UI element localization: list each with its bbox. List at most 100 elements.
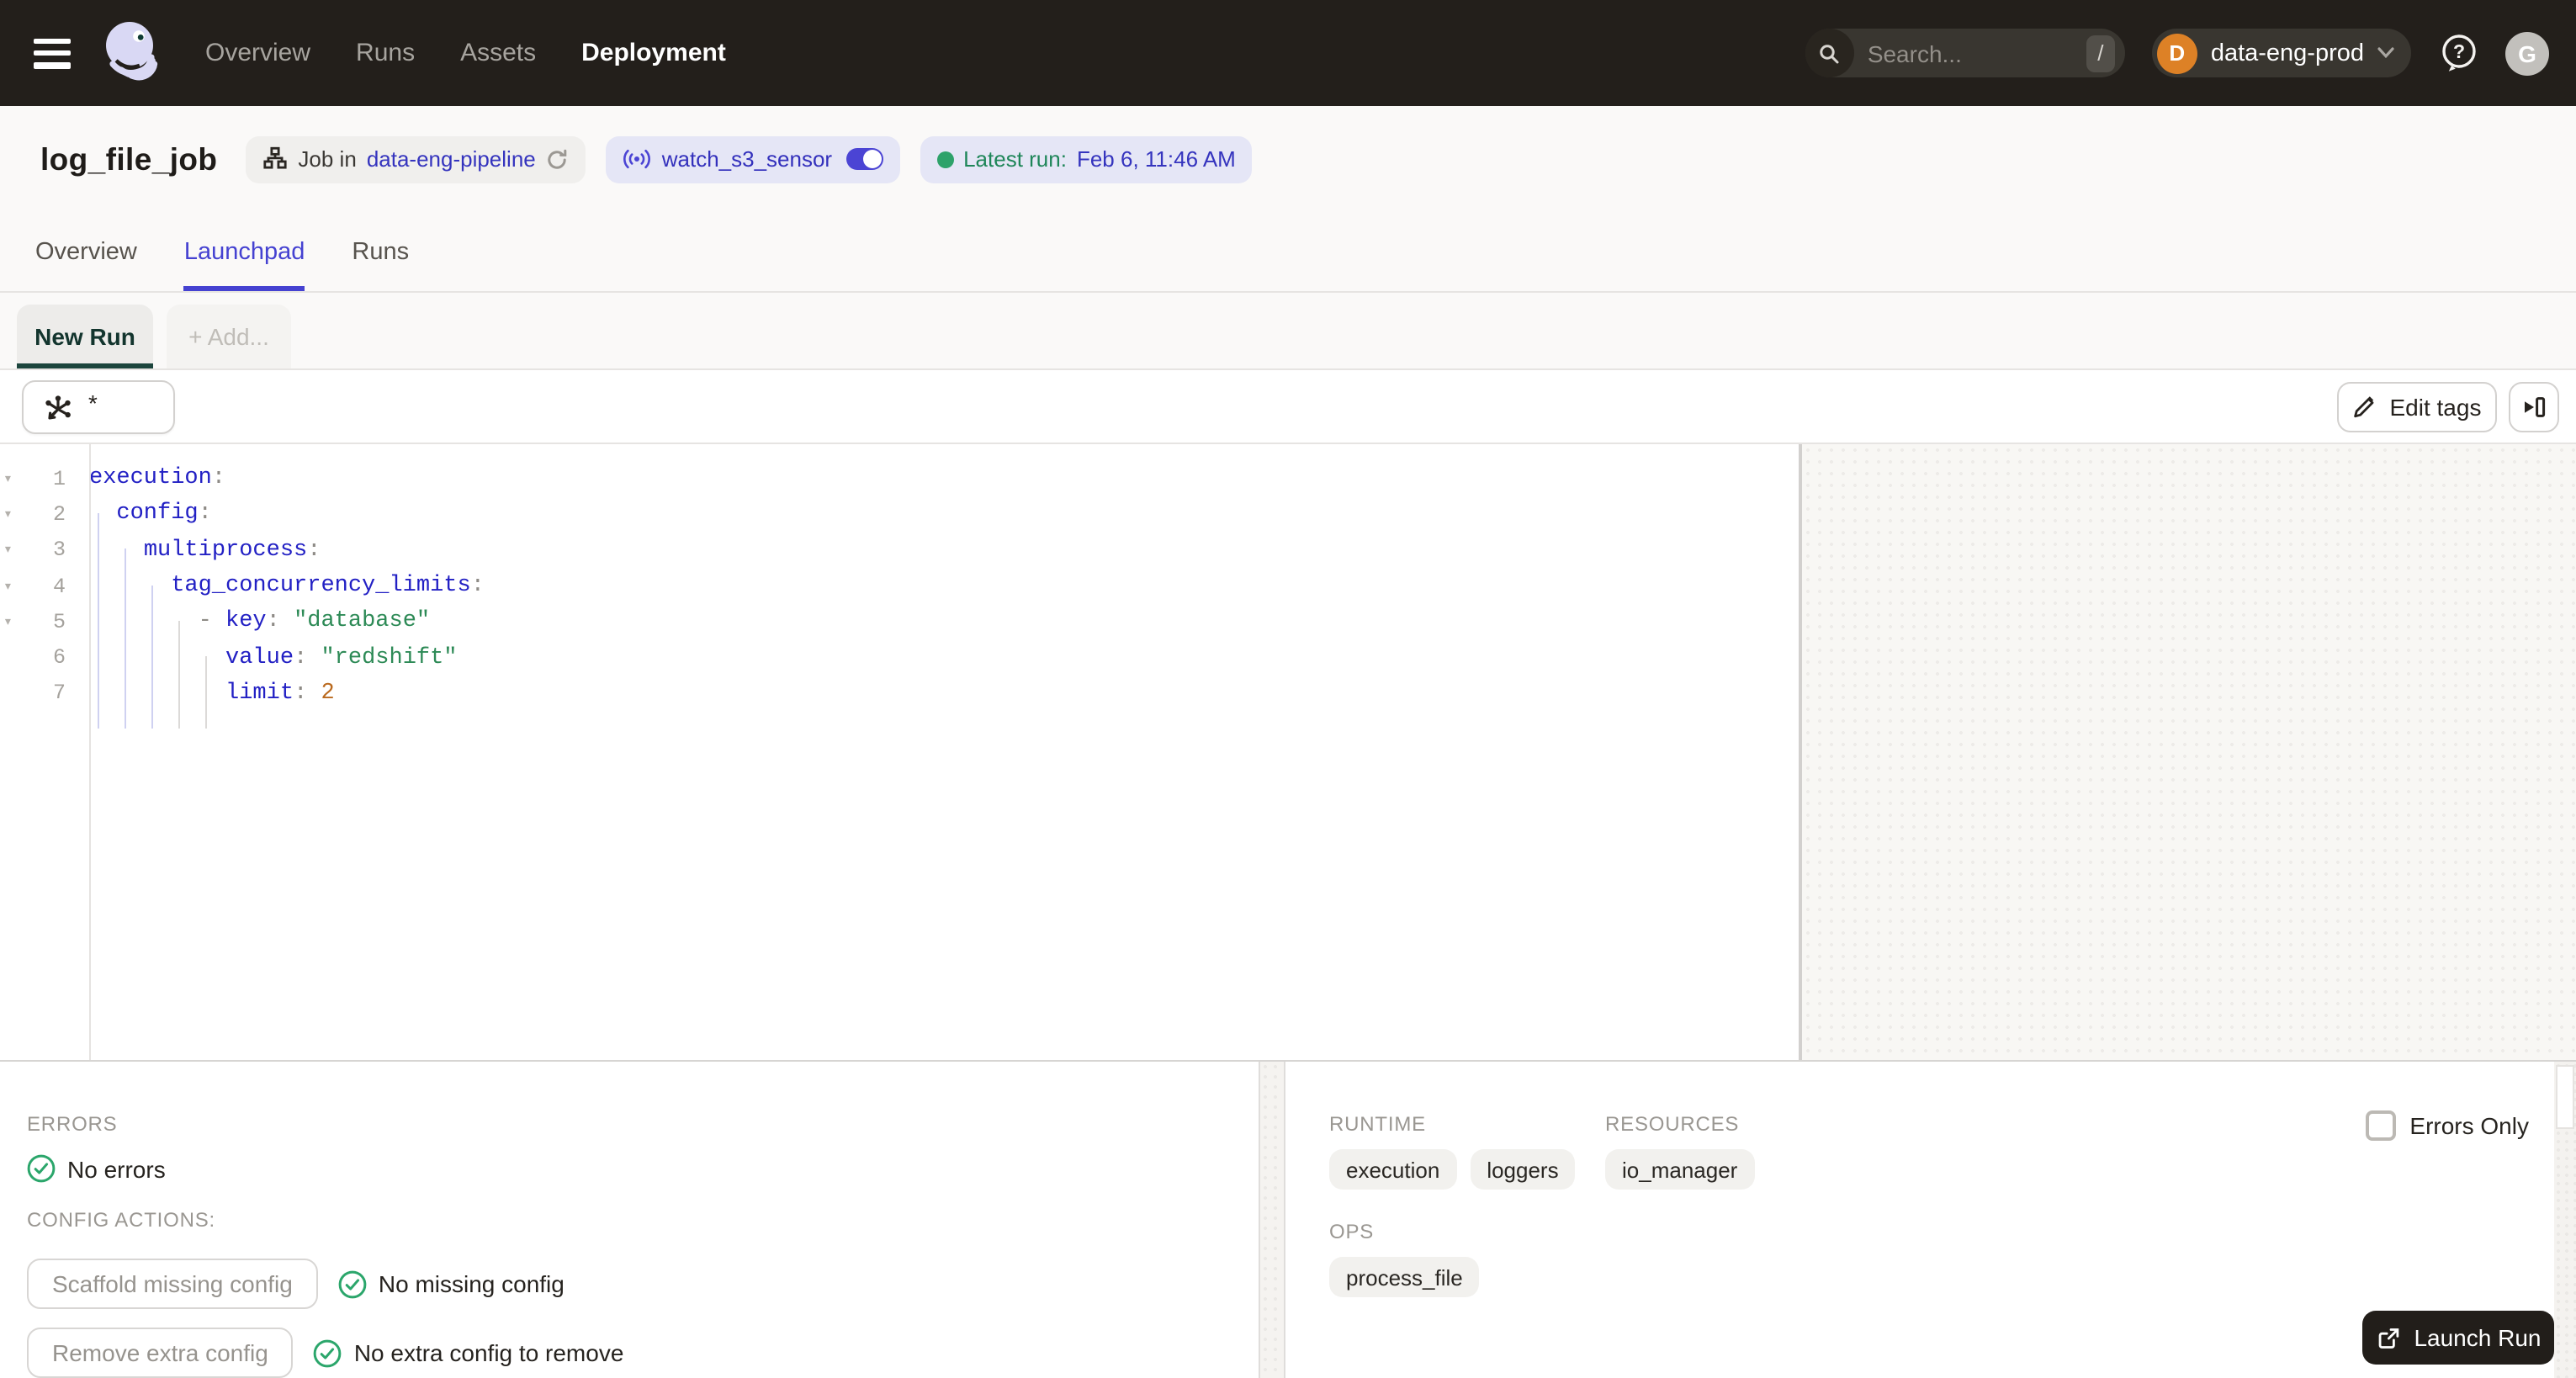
user-avatar[interactable]: G bbox=[2505, 31, 2549, 75]
search-icon bbox=[1805, 29, 1854, 77]
launch-run-label: Launch Run bbox=[2414, 1324, 2542, 1351]
page-title: log_file_job bbox=[40, 140, 218, 176]
line-number: 7 bbox=[52, 681, 66, 706]
check-circle-icon bbox=[338, 1269, 367, 1298]
tab-overview-label: Overview bbox=[35, 238, 137, 265]
tab-overview[interactable]: Overview bbox=[35, 212, 137, 291]
errors-panel: ERRORS No errors CONFIG ACTIONS: Scaffol… bbox=[0, 1062, 1259, 1378]
line-number: 6 bbox=[52, 646, 66, 670]
edit-tags-label: Edit tags bbox=[2389, 394, 2482, 421]
errors-only-checkbox[interactable] bbox=[2366, 1110, 2397, 1141]
chevron-down-icon bbox=[2377, 47, 2394, 59]
fold-caret[interactable]: ▾ bbox=[0, 614, 22, 631]
sensor-link[interactable]: watch_s3_sensor bbox=[662, 146, 832, 172]
launch-run-button[interactable]: Launch Run bbox=[2362, 1311, 2554, 1365]
config-schema-panel bbox=[1802, 444, 2576, 1060]
panel-scrollbar[interactable] bbox=[2554, 1062, 2576, 1378]
nav-runs[interactable]: Runs bbox=[356, 39, 415, 67]
job-tags: Job in data-eng-pipeline watch_s3_sensor bbox=[246, 135, 1253, 183]
latest-run-label: Latest run: bbox=[963, 146, 1067, 172]
sensor-toggle[interactable] bbox=[845, 148, 883, 170]
op-graph-icon bbox=[45, 395, 71, 419]
run-status-dot bbox=[936, 151, 954, 167]
new-run-tab-underline bbox=[17, 363, 153, 368]
edit-tags-button[interactable]: Edit tags bbox=[2337, 382, 2497, 432]
top-navigation-bar: Overview Runs Assets Deployment Search..… bbox=[0, 0, 2576, 106]
active-tab-underline bbox=[183, 286, 305, 291]
deployment-name: data-eng-prod bbox=[2210, 40, 2364, 66]
deployment-avatar: D bbox=[2156, 33, 2197, 73]
code-line: ▾ 2 config: bbox=[0, 497, 1799, 533]
resources-tag-io-manager[interactable]: io_manager bbox=[1605, 1149, 1755, 1190]
dagster-octopus-icon bbox=[106, 22, 158, 81]
hamburger-menu-icon[interactable] bbox=[34, 38, 71, 68]
resources-heading: RESOURCES bbox=[1605, 1112, 1740, 1136]
help-button[interactable]: ? bbox=[2438, 33, 2478, 73]
fold-caret[interactable]: ▾ bbox=[0, 470, 22, 487]
repo-link[interactable]: data-eng-pipeline bbox=[367, 146, 536, 172]
fold-caret[interactable]: ▾ bbox=[0, 542, 22, 559]
indent-guide bbox=[205, 656, 207, 729]
no-errors-label: No errors bbox=[67, 1155, 166, 1182]
fold-caret[interactable]: ▾ bbox=[0, 578, 22, 595]
runtime-tag-execution[interactable]: execution bbox=[1329, 1149, 1457, 1190]
scaffold-action-row: Scaffold missing config No missing confi… bbox=[27, 1259, 564, 1309]
scaffold-status-label: No missing config bbox=[378, 1270, 564, 1297]
bottom-panel-gutter bbox=[1259, 1062, 1285, 1378]
launch-icon bbox=[2378, 1328, 2398, 1348]
nav-deployment[interactable]: Deployment bbox=[581, 39, 726, 67]
indent-guide bbox=[178, 621, 180, 729]
scaffold-missing-config-button[interactable]: Scaffold missing config bbox=[27, 1259, 318, 1309]
runtime-heading: RUNTIME bbox=[1329, 1112, 1426, 1136]
dagster-logo[interactable] bbox=[96, 15, 163, 91]
config-actions-heading: CONFIG ACTIONS: bbox=[27, 1208, 216, 1232]
launchpad-config-tabs: New Run + Add... bbox=[0, 293, 2576, 370]
run-config-summary-panel: RUNTIME execution loggers RESOURCES io_m… bbox=[1285, 1062, 2576, 1378]
code-line: ▾ 5 - key: "database" bbox=[0, 604, 1799, 640]
code-text: multiprocess: bbox=[143, 538, 321, 564]
gutter-divider bbox=[89, 444, 91, 1060]
search-input[interactable]: Search... / bbox=[1805, 29, 2125, 77]
errors-only-label: Errors Only bbox=[2409, 1112, 2529, 1139]
ops-tags: process_file bbox=[1329, 1257, 1480, 1297]
search-shortcut-key: / bbox=[2086, 34, 2115, 72]
nav-assets[interactable]: Assets bbox=[460, 39, 536, 67]
deployment-switcher[interactable]: D data-eng-prod bbox=[2151, 29, 2411, 77]
code-text: - key: "database" bbox=[198, 609, 431, 635]
line-number: 3 bbox=[52, 538, 66, 563]
tab-add-config[interactable]: + Add... bbox=[167, 305, 291, 368]
tab-add-label: + Add... bbox=[188, 323, 269, 350]
latest-run-link[interactable]: Feb 6, 11:46 AM bbox=[1077, 146, 1236, 172]
open-right-panel-button[interactable] bbox=[2509, 382, 2559, 432]
indent-guide bbox=[125, 549, 126, 729]
pencil-icon bbox=[2354, 396, 2374, 418]
line-number: 5 bbox=[52, 610, 66, 634]
scrollbar-thumb[interactable] bbox=[2556, 1065, 2574, 1129]
runtime-tag-loggers[interactable]: loggers bbox=[1470, 1149, 1576, 1190]
indent-guide bbox=[98, 513, 99, 729]
code-lines: ▾ 1 execution: ▾ 2 config: ▾ 3 multiproc… bbox=[0, 444, 1799, 712]
remove-extra-config-button[interactable]: Remove extra config bbox=[27, 1328, 294, 1378]
yaml-config-editor[interactable]: ▾ 1 execution: ▾ 2 config: ▾ 3 multiproc… bbox=[0, 444, 1799, 1060]
tab-new-run[interactable]: New Run bbox=[17, 305, 153, 368]
line-number: 1 bbox=[52, 467, 66, 491]
ops-tag-process-file[interactable]: process_file bbox=[1329, 1257, 1480, 1297]
sensor-tag: watch_s3_sensor bbox=[606, 135, 900, 183]
job-in-label: Job in bbox=[298, 146, 357, 172]
tab-runs[interactable]: Runs bbox=[352, 212, 409, 291]
job-title-bar: log_file_job Job in data-eng-pipeline wa… bbox=[0, 106, 2576, 212]
launchpad-toolbar: * Edit tags bbox=[0, 370, 2576, 444]
tab-new-run-label: New Run bbox=[34, 323, 135, 350]
nav-overview[interactable]: Overview bbox=[205, 39, 310, 67]
reload-icon[interactable] bbox=[546, 147, 570, 171]
fold-caret[interactable]: ▾ bbox=[0, 506, 22, 523]
op-selector-input[interactable]: * bbox=[22, 380, 175, 434]
tab-launchpad[interactable]: Launchpad bbox=[183, 212, 305, 291]
remove-status: No extra config to remove bbox=[314, 1338, 624, 1367]
sensor-icon bbox=[623, 149, 651, 169]
check-circle-icon bbox=[314, 1338, 342, 1367]
latest-run-tag: Latest run: Feb 6, 11:46 AM bbox=[920, 135, 1253, 183]
dagster-launchpad-page: Overview Runs Assets Deployment Search..… bbox=[0, 0, 2576, 1378]
code-line: ▾ 3 multiprocess: bbox=[0, 533, 1799, 569]
remove-status-label: No extra config to remove bbox=[353, 1339, 624, 1366]
